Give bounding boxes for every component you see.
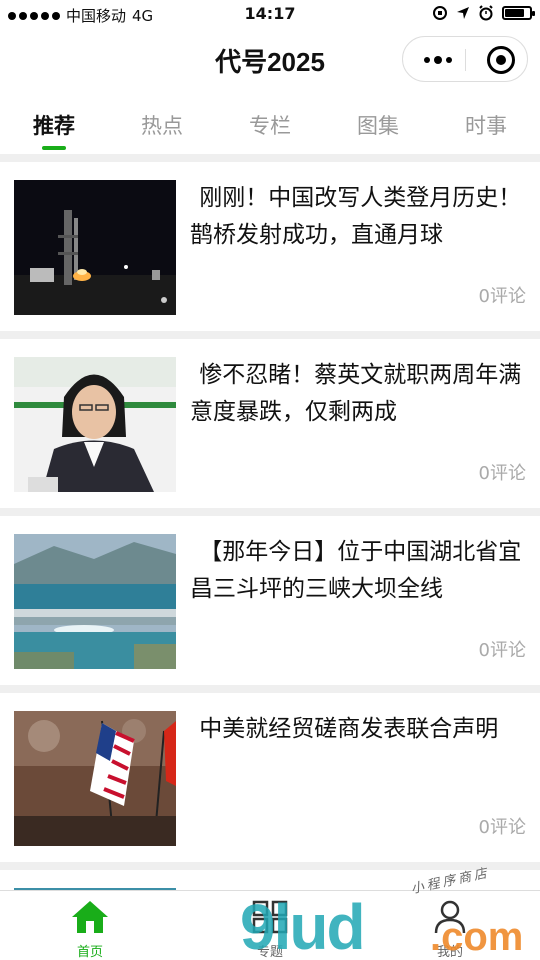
- news-item[interactable]: 惨不忍睹！蔡英文就职两周年满意度暴跌，仅剩两成 0评论: [0, 339, 540, 508]
- nav-label: 专题: [256, 945, 283, 960]
- title-bar: 代号2025: [0, 30, 540, 90]
- article-thumbnail: [14, 711, 176, 846]
- news-item[interactable]: 【那年今日】位于中国湖北省宜昌三斗坪的三峡大坝全线 0评论: [0, 516, 540, 685]
- news-item[interactable]: 刚刚！中国改写人类登月历史！鹊桥发射成功，直通月球 0评论: [0, 162, 540, 331]
- home-icon: [72, 901, 108, 933]
- nav-home[interactable]: 首页: [0, 891, 180, 960]
- close-mini-program-button[interactable]: [487, 46, 515, 74]
- nav-mine[interactable]: 我的: [360, 891, 540, 960]
- comment-count: 0评论: [478, 640, 526, 661]
- tab-label: 推荐: [33, 114, 75, 138]
- status-right: [432, 5, 535, 21]
- article-thumbnail: [14, 357, 176, 492]
- article-thumbnail: [14, 180, 176, 315]
- comment-count: 0评论: [478, 817, 526, 838]
- more-dot-icon: [446, 57, 452, 63]
- more-dot-icon: [424, 57, 430, 63]
- tab-recommended[interactable]: 推荐: [0, 96, 108, 154]
- grid-icon: [252, 900, 288, 934]
- tab-label: 热点: [141, 114, 183, 138]
- tab-label: 时事: [465, 114, 507, 138]
- status-bar: 中国移动 4G 14:17: [0, 0, 540, 30]
- alarm-icon: [479, 5, 493, 21]
- article-title[interactable]: 【那年今日】位于中国湖北省宜昌三斗坪的三峡大坝全线: [190, 534, 528, 608]
- capsule-divider: [465, 49, 466, 71]
- comment-count: 0评论: [478, 463, 526, 484]
- tab-active-indicator: [42, 146, 66, 150]
- comment-count: 0评论: [478, 286, 526, 307]
- news-item[interactable]: 中美就经贸磋商发表联合声明 0评论: [0, 693, 540, 862]
- tab-column[interactable]: 专栏: [216, 96, 324, 154]
- category-tabs: 推荐 热点 专栏 图集 时事: [0, 96, 540, 154]
- tab-gallery[interactable]: 图集: [324, 96, 432, 154]
- nav-topics[interactable]: 专题: [180, 891, 360, 960]
- tab-label: 专栏: [249, 114, 291, 138]
- news-item-partial[interactable]: [0, 870, 540, 890]
- mini-program-capsule: [402, 36, 528, 82]
- tab-hot[interactable]: 热点: [108, 96, 216, 154]
- nav-label: 我的: [436, 945, 463, 960]
- tab-current-affairs[interactable]: 时事: [432, 96, 540, 154]
- article-thumbnail: [14, 534, 176, 669]
- tab-label: 图集: [357, 114, 399, 138]
- article-title[interactable]: 刚刚！中国改写人类登月历史！鹊桥发射成功，直通月球: [190, 180, 528, 254]
- more-dot-icon: [434, 56, 442, 64]
- more-options-button[interactable]: [413, 37, 463, 83]
- news-feed[interactable]: 刚刚！中国改写人类登月历史！鹊桥发射成功，直通月球 0评论 惨不忍睹！蔡英文就职…: [0, 154, 540, 890]
- bottom-nav: 首页 专题 我的: [0, 890, 540, 960]
- article-title[interactable]: 中美就经贸磋商发表联合声明: [190, 711, 528, 748]
- rotation-lock-icon: [433, 6, 447, 20]
- nav-label: 首页: [76, 945, 103, 960]
- battery-level: [505, 9, 525, 17]
- location-icon: [457, 7, 469, 19]
- user-icon: [434, 900, 466, 934]
- article-title[interactable]: 惨不忍睹！蔡英文就职两周年满意度暴跌，仅剩两成: [190, 357, 528, 431]
- battery-icon: [502, 6, 535, 20]
